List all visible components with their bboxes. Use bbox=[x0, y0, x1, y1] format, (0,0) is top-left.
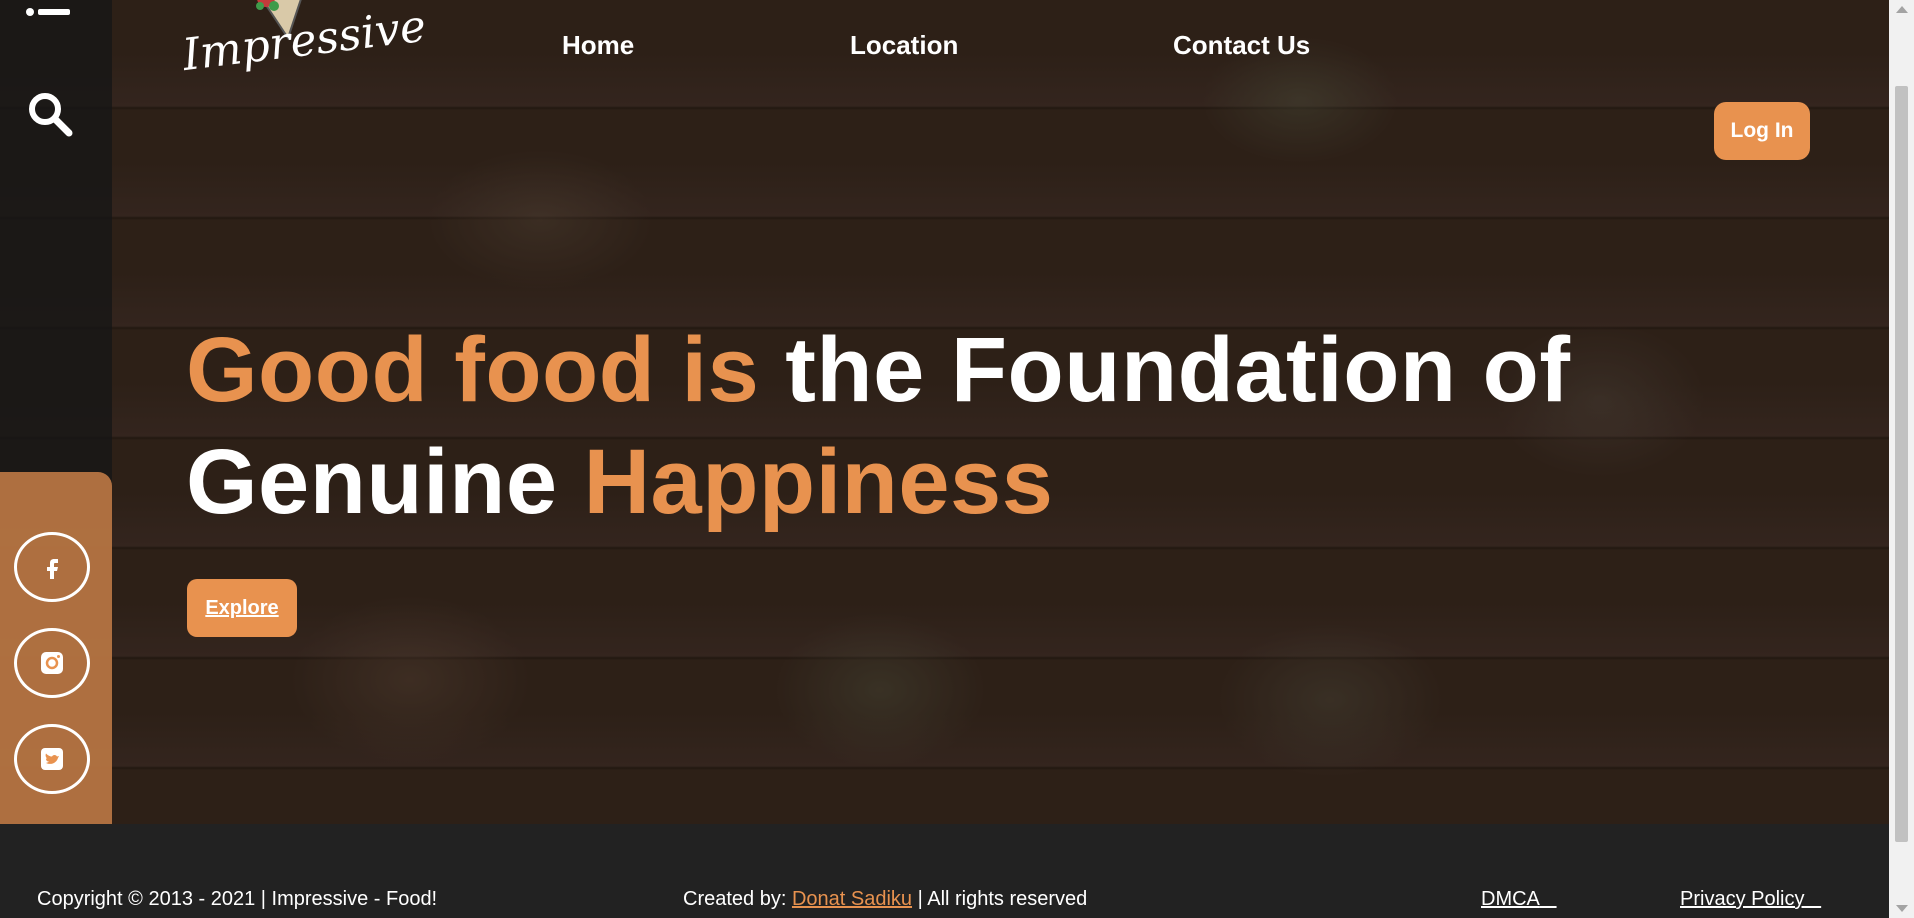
twitter-button[interactable] bbox=[14, 724, 90, 794]
logo[interactable]: Impressive bbox=[180, 0, 429, 98]
headline-accent-2: Happiness bbox=[583, 431, 1054, 533]
explore-button[interactable]: Explore bbox=[187, 579, 297, 637]
facebook-button[interactable] bbox=[14, 532, 90, 602]
instagram-button[interactable] bbox=[14, 628, 90, 698]
facebook-icon bbox=[47, 559, 58, 579]
footer: Copyright © 2013 - 2021 | Impressive - F… bbox=[0, 824, 1889, 918]
headline-text-2: Genuine bbox=[186, 431, 584, 533]
scroll-thumb[interactable] bbox=[1895, 86, 1908, 842]
search-icon[interactable] bbox=[26, 90, 74, 138]
page-scrollbar[interactable] bbox=[1889, 0, 1914, 918]
footer-rights: | All rights reserved bbox=[912, 888, 1088, 910]
footer-created-prefix: Created by: bbox=[683, 888, 792, 910]
nav-contact-us[interactable]: Contact Us bbox=[1173, 30, 1310, 61]
nav-location[interactable]: Location bbox=[850, 30, 958, 61]
footer-copyright: Copyright © 2013 - 2021 | Impressive - F… bbox=[37, 888, 438, 910]
hero-headline: Good food is the Foundation of Genuine H… bbox=[186, 314, 1686, 538]
social-panel bbox=[0, 472, 112, 824]
footer-privacy-label: Privacy Policy bbox=[1680, 888, 1805, 910]
side-bar bbox=[0, 0, 112, 824]
footer-dmca-link[interactable]: DMCA bbox=[1481, 888, 1557, 911]
headline-accent-1: Good food is bbox=[186, 319, 760, 421]
footer-privacy-link[interactable]: Privacy Policy bbox=[1680, 888, 1821, 911]
instagram-icon bbox=[41, 652, 63, 674]
nav-home[interactable]: Home bbox=[562, 30, 634, 61]
menu-icon[interactable] bbox=[24, 0, 72, 24]
hero-section: Impressive Home Location Contact Us Log … bbox=[0, 0, 1889, 824]
footer-author-link[interactable]: Donat Sadiku bbox=[792, 888, 912, 910]
scroll-up-arrow-icon[interactable] bbox=[1896, 6, 1908, 13]
footer-dmca-label: DMCA bbox=[1481, 888, 1540, 910]
login-button[interactable]: Log In bbox=[1714, 102, 1810, 160]
footer-credits: Created by: Donat Sadiku | All rights re… bbox=[683, 888, 1087, 911]
twitter-icon bbox=[41, 748, 63, 770]
scroll-down-arrow-icon[interactable] bbox=[1896, 905, 1908, 912]
headline-text-1: the Foundation of bbox=[759, 319, 1571, 421]
